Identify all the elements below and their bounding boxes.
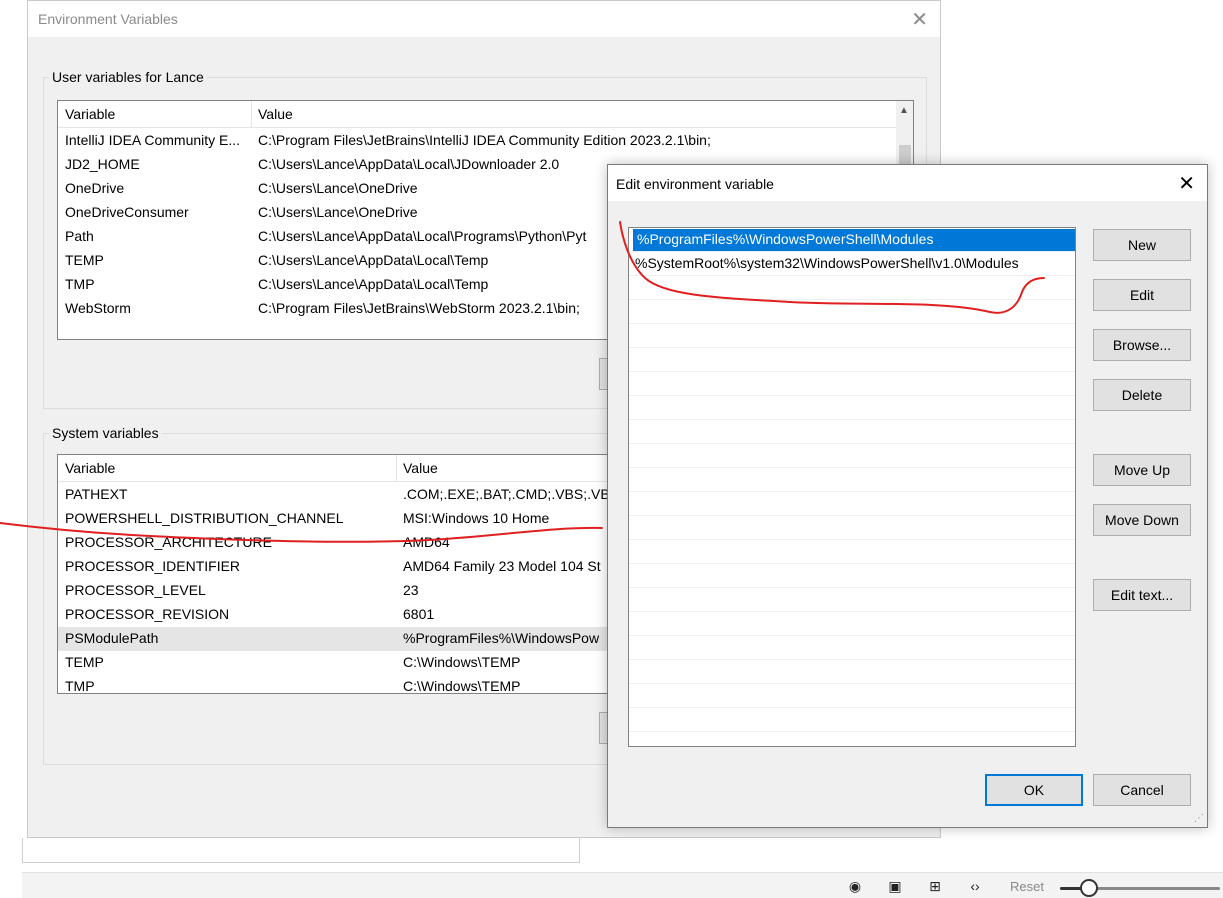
column-header-value[interactable]: Value [403, 460, 438, 476]
edit-environment-variable-dialog: Edit environment variable ✕ %ProgramFile… [607, 164, 1208, 828]
variable-value-cell: 6801 [403, 606, 435, 622]
variable-name-cell: IntelliJ IDEA Community E... [65, 132, 241, 148]
variable-name-cell: JD2_HOME [65, 156, 140, 172]
column-separator[interactable] [251, 101, 252, 127]
background-app-strip [0, 0, 30, 860]
variable-value-cell: C:\Windows\TEMP [403, 654, 521, 670]
scroll-up-icon[interactable]: ▲ [899, 105, 909, 116]
variable-name-cell: PATHEXT [65, 486, 128, 502]
resize-grip-icon[interactable]: ⋰ [1194, 813, 1204, 824]
variable-value-cell: .COM;.EXE;.BAT;.CMD;.VBS;.VBE; [403, 486, 623, 502]
table-row[interactable]: IntelliJ IDEA Community E... C:\Program F… [58, 129, 913, 153]
empty-list-row[interactable] [629, 324, 1075, 348]
column-header-variable[interactable]: Variable [65, 460, 115, 476]
variable-value-cell: C:\Users\Lance\AppData\Local\Programs\Py… [258, 228, 587, 244]
move-down-button[interactable]: Move Down [1093, 504, 1191, 536]
variable-name-cell: Path [65, 228, 94, 244]
grid-icon[interactable]: ⊞ [926, 879, 944, 893]
edit-text-button[interactable]: Edit text... [1093, 579, 1191, 611]
empty-list-row[interactable] [629, 372, 1075, 396]
background-panel [22, 838, 580, 863]
variable-value-cell: 23 [403, 582, 419, 598]
variable-value-cell: AMD64 Family 23 Model 104 St [403, 558, 601, 574]
empty-list-row[interactable] [629, 300, 1075, 324]
list-item[interactable]: %SystemRoot%\system32\WindowsPowerShell\… [629, 252, 1075, 276]
empty-list-row[interactable] [629, 636, 1075, 660]
path-entries-list[interactable]: %ProgramFiles%\WindowsPowerShell\Modules… [628, 227, 1076, 747]
move-up-button[interactable]: Move Up [1093, 454, 1191, 486]
code-icon[interactable]: ‹› [966, 879, 984, 893]
close-icon[interactable]: ✕ [911, 7, 928, 32]
close-icon[interactable]: ✕ [1178, 171, 1195, 196]
variable-name-cell: PROCESSOR_IDENTIFIER [65, 558, 241, 574]
empty-list-row[interactable] [629, 396, 1075, 420]
empty-list-row[interactable] [629, 348, 1075, 372]
variable-value-cell: C:\Users\Lance\AppData\Local\JDownloader… [258, 156, 560, 172]
edit-dialog-title: Edit environment variable [616, 176, 774, 192]
variable-value-cell: AMD64 [403, 534, 450, 550]
delete-button[interactable]: Delete [1093, 379, 1191, 411]
variable-name-cell: WebStorm [65, 300, 131, 316]
column-separator[interactable] [396, 455, 397, 481]
empty-list-row[interactable] [629, 468, 1075, 492]
edit-titlebar: Edit environment variable ✕ [608, 165, 1207, 201]
variable-value-cell: C:\Program Files\JetBrains\IntelliJ IDEA… [258, 132, 711, 148]
empty-list-row[interactable] [629, 684, 1075, 708]
new-button[interactable]: New [1093, 229, 1191, 261]
system-variables-label: System variables [49, 425, 162, 441]
camera-icon[interactable]: ◉ [846, 879, 864, 893]
empty-list-row[interactable] [629, 444, 1075, 468]
variable-name-cell: TMP [65, 678, 95, 694]
empty-list-row[interactable] [629, 516, 1075, 540]
path-entry-text: %SystemRoot%\system32\WindowsPowerShell\… [635, 255, 1019, 271]
reset-button[interactable]: Reset [1010, 879, 1044, 894]
empty-list-row[interactable] [629, 276, 1075, 300]
column-header-variable[interactable]: Variable [65, 106, 115, 122]
env-dialog-title: Environment Variables [38, 11, 178, 27]
variable-name-cell: PSModulePath [65, 630, 159, 646]
variable-value-cell: C:\Users\Lance\OneDrive [258, 180, 418, 196]
bottom-toolbar: ◉ ▣ ⊞ ‹› Reset [22, 872, 1223, 898]
empty-list-row[interactable] [629, 588, 1075, 612]
variable-value-cell: C:\Users\Lance\OneDrive [258, 204, 418, 220]
env-titlebar: Environment Variables ✕ [28, 1, 940, 37]
ok-button[interactable]: OK [985, 774, 1083, 806]
variable-value-cell: %ProgramFiles%\WindowsPow [403, 630, 600, 646]
variable-name-cell: TEMP [65, 252, 104, 268]
empty-list-row[interactable] [629, 564, 1075, 588]
empty-list-row[interactable] [629, 492, 1075, 516]
variable-name-cell: OneDrive [65, 180, 125, 196]
user-list-header: Variable Value [58, 101, 913, 128]
variable-value-cell: C:\Users\Lance\AppData\Local\Temp [258, 252, 489, 268]
cancel-button[interactable]: Cancel [1093, 774, 1191, 806]
browse-button[interactable]: Browse... [1093, 329, 1191, 361]
variable-name-cell: TMP [65, 276, 95, 292]
list-item[interactable]: %ProgramFiles%\WindowsPowerShell\Modules [629, 228, 1075, 252]
empty-list-row[interactable] [629, 612, 1075, 636]
image-icon[interactable]: ▣ [886, 879, 904, 893]
variable-value-cell: C:\Program Files\JetBrains\WebStorm 2023… [258, 300, 580, 316]
empty-list-row[interactable] [629, 708, 1075, 732]
variable-name-cell: PROCESSOR_ARCHITECTURE [65, 534, 272, 550]
variable-name-cell: TEMP [65, 654, 104, 670]
edit-button[interactable]: Edit [1093, 279, 1191, 311]
empty-list-row[interactable] [629, 540, 1075, 564]
zoom-slider-thumb[interactable] [1079, 879, 1098, 897]
empty-list-row[interactable] [629, 420, 1075, 444]
column-header-value[interactable]: Value [258, 106, 293, 122]
user-variables-label: User variables for Lance [49, 69, 207, 85]
variable-name-cell: PROCESSOR_LEVEL [65, 582, 206, 598]
variable-name-cell: PROCESSOR_REVISION [65, 606, 230, 622]
empty-list-row[interactable] [629, 660, 1075, 684]
variable-value-cell: C:\Windows\TEMP [403, 678, 521, 694]
variable-name-cell: OneDriveConsumer [65, 204, 189, 220]
zoom-slider[interactable] [1060, 879, 1220, 897]
variable-value-cell: C:\Users\Lance\AppData\Local\Temp [258, 276, 489, 292]
path-entry-text: %ProgramFiles%\WindowsPowerShell\Modules [637, 231, 934, 247]
variable-value-cell: MSI:Windows 10 Home [403, 510, 550, 526]
variable-name-cell: POWERSHELL_DISTRIBUTION_CHANNEL [65, 510, 344, 526]
